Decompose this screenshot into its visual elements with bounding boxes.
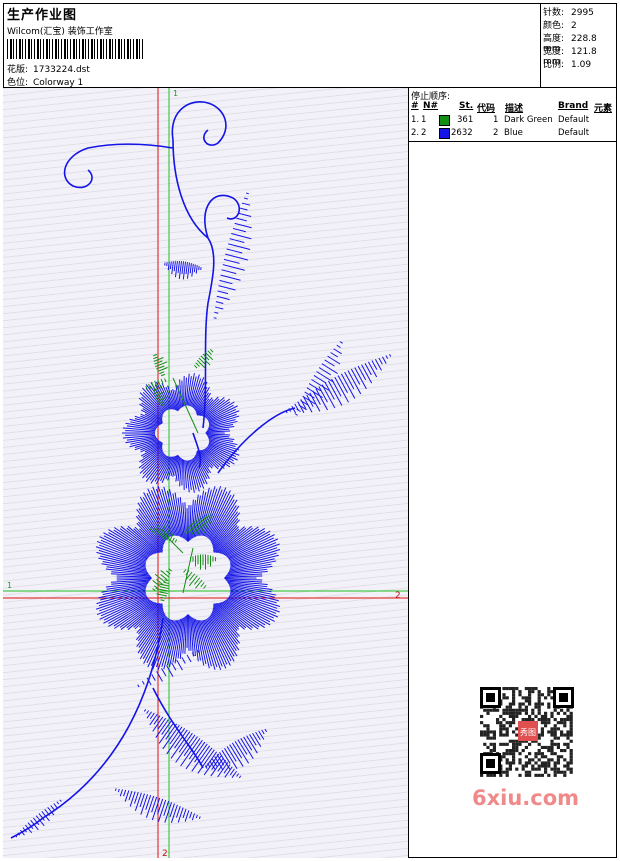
col-element: 元素 bbox=[594, 104, 613, 114]
row-description: Dark Green bbox=[504, 115, 553, 125]
colors-row: 颜色: 2 bbox=[543, 18, 577, 31]
stop-sequence-panel: 停止顺序: # N# St. 代码 描述 Brand 元素 1. 1 361 1… bbox=[409, 88, 617, 142]
row-code: 2 bbox=[493, 128, 499, 138]
stop-row-2: 2. 2 2632 2 Blue Default bbox=[409, 128, 617, 140]
design-specs: 针数: 2995 颜色: 2 高度: 228.8 mm 宽度: 121.8 mm 比例:… bbox=[541, 3, 617, 88]
col-stitches: St. bbox=[459, 101, 474, 111]
stitches-value: 2995 bbox=[571, 8, 594, 18]
top-tendril bbox=[171, 101, 227, 146]
design-label: 花版: bbox=[7, 65, 29, 75]
scale-value: 1.09 bbox=[571, 60, 592, 70]
page-title: 生产作业图 bbox=[7, 8, 78, 23]
barcode bbox=[7, 39, 143, 59]
colors-label: 颜色: bbox=[543, 21, 565, 31]
scale-row: 比例: 1.09 bbox=[543, 57, 591, 70]
marker-v2-bottom: 2 bbox=[162, 849, 168, 858]
row-brand: Default bbox=[558, 128, 590, 138]
row-needle: 2 bbox=[421, 128, 427, 138]
row-needle: 1 bbox=[421, 115, 427, 125]
row-brand: Default bbox=[558, 115, 590, 125]
blue-satin-fills bbox=[15, 192, 392, 838]
colors-value: 2 bbox=[571, 21, 577, 31]
marker-h2-right: 2 bbox=[395, 591, 401, 601]
col-brand: Brand bbox=[558, 101, 589, 111]
color-swatch bbox=[439, 115, 450, 126]
qr-badge-text: 秀图 bbox=[520, 727, 536, 737]
colorway-value: Colorway 1 bbox=[33, 78, 84, 88]
col-index: # bbox=[411, 101, 419, 111]
row-description: Blue bbox=[504, 128, 523, 138]
colorway-label: 色位: bbox=[7, 78, 29, 88]
right-tendril bbox=[204, 194, 241, 239]
header-info: 生产作业图 Wilcom(汇宝) 装饰工作室 花版: 1733224.dst 色位… bbox=[3, 3, 541, 88]
col-code: 代码 bbox=[477, 104, 496, 114]
stitches-row: 针数: 2995 bbox=[543, 5, 594, 18]
watermark-logo: 6xiu.com bbox=[472, 786, 580, 810]
stop-sequence-header: # N# St. 代码 描述 Brand 元素 bbox=[409, 101, 617, 114]
stop-row-1: 1. 1 361 1 Dark Green Default bbox=[409, 115, 617, 127]
height-label: 高度: bbox=[543, 34, 565, 44]
col-needle: N# bbox=[423, 101, 439, 111]
qr-code: 秀图 bbox=[472, 683, 582, 783]
row-stitches: 361 bbox=[457, 115, 474, 125]
colorway-row: 色位: Colorway 1 bbox=[7, 75, 83, 88]
row-code: 1 bbox=[493, 115, 499, 125]
row-index: 2. bbox=[411, 128, 420, 138]
width-label: 宽度: bbox=[543, 47, 565, 57]
embroidery-preview: 1 1 2 2 bbox=[3, 88, 408, 858]
row-stitches: 2632 bbox=[451, 128, 473, 138]
design-file-row: 花版: 1733224.dst bbox=[7, 62, 90, 75]
stitches-label: 针数: bbox=[543, 8, 565, 18]
design-canvas[interactable]: 1 1 2 2 bbox=[3, 88, 409, 858]
scale-label: 比例: bbox=[543, 60, 565, 70]
color-swatch bbox=[439, 128, 450, 139]
left-tendril bbox=[63, 143, 174, 189]
company-name: Wilcom(汇宝) 装饰工作室 bbox=[7, 27, 113, 37]
marker-v1-top: 1 bbox=[173, 89, 178, 98]
row-index: 1. bbox=[411, 115, 420, 125]
design-value: 1733224.dst bbox=[33, 65, 90, 75]
marker-h1-left: 1 bbox=[7, 581, 12, 590]
col-description: 描述 bbox=[505, 104, 524, 114]
